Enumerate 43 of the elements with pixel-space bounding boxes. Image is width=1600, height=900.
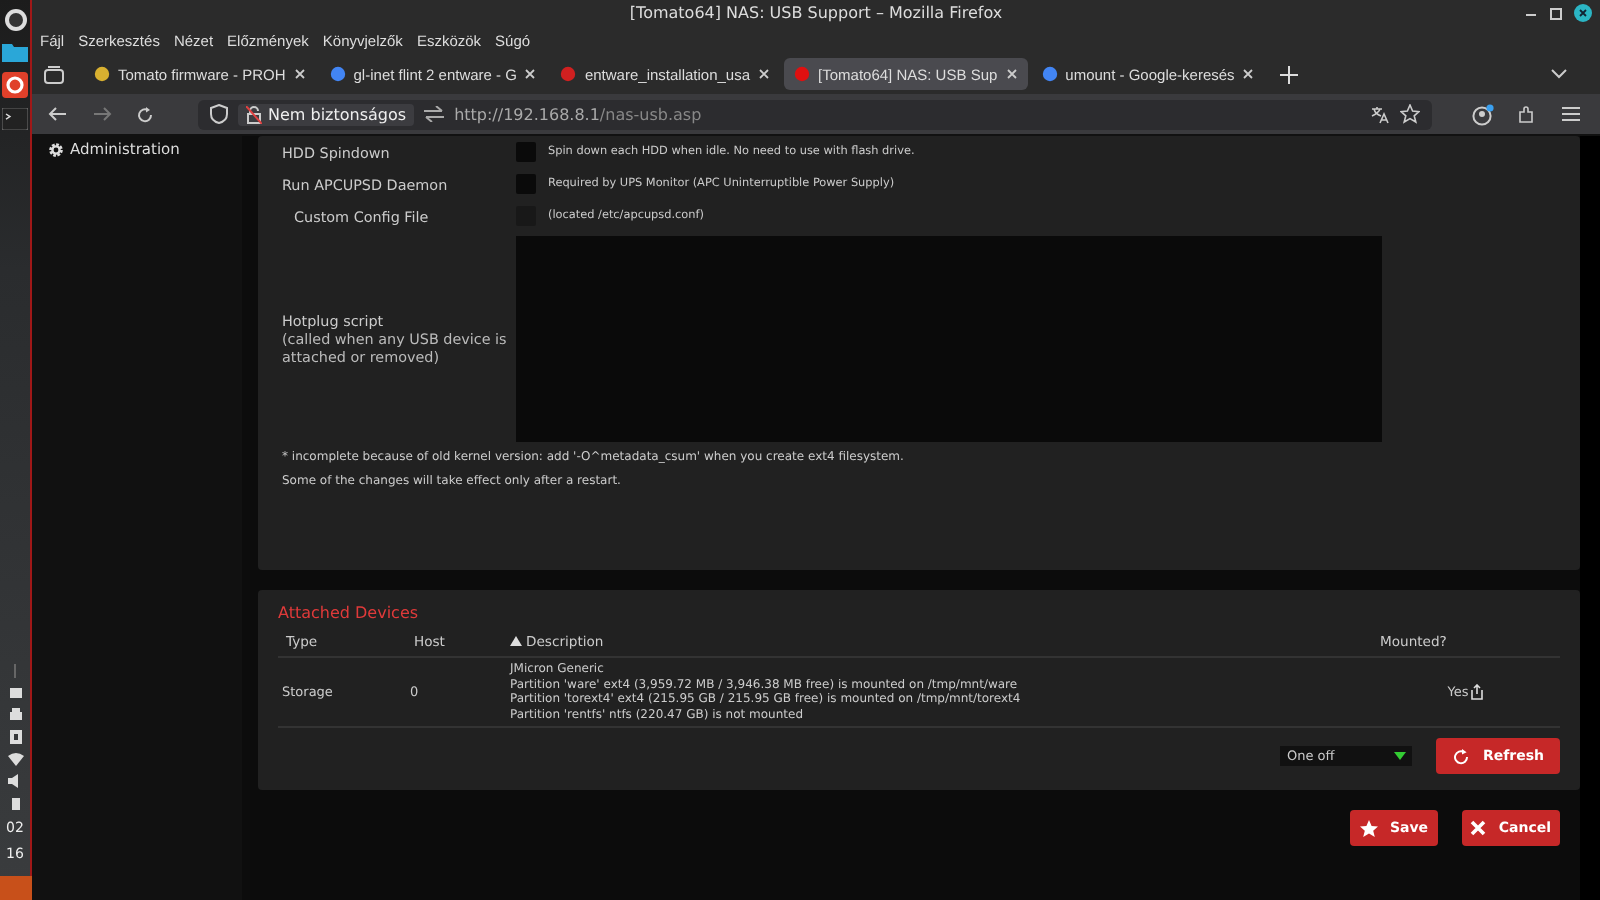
new-tab-icon[interactable] <box>1280 65 1299 83</box>
sort-up-icon <box>510 636 522 646</box>
battery-icon[interactable] <box>7 796 23 810</box>
close-icon[interactable] <box>524 68 537 80</box>
section-title: Attached Devices <box>278 604 421 622</box>
tab-overview-icon[interactable] <box>44 65 64 83</box>
close-icon[interactable] <box>758 68 771 80</box>
star-icon <box>1359 819 1378 838</box>
close-icon[interactable] <box>1005 68 1018 80</box>
refresh-icon <box>1452 747 1471 766</box>
browser-icon[interactable] <box>2 72 28 98</box>
reload-icon[interactable] <box>136 105 154 123</box>
crossed-lock-icon <box>246 105 262 123</box>
dropdown-arrow-icon <box>1394 752 1407 761</box>
folder-icon[interactable] <box>2 42 28 62</box>
terminal-icon[interactable] <box>2 108 28 130</box>
eject-icon[interactable] <box>1470 684 1485 701</box>
printer-icon[interactable] <box>7 708 23 722</box>
back-icon[interactable] <box>48 106 68 122</box>
close-icon <box>1470 820 1487 837</box>
gear-icon <box>48 141 64 157</box>
close-icon[interactable] <box>1574 4 1592 22</box>
maximize-icon[interactable] <box>1550 7 1562 19</box>
volume-icon[interactable] <box>7 774 23 788</box>
shield-icon <box>210 104 228 124</box>
account-icon[interactable] <box>1472 103 1494 125</box>
translate-icon[interactable] <box>1370 105 1390 123</box>
url-text: http://192.168.8.1/nas-usb.asp <box>454 105 702 123</box>
window-title: [Tomato64] NAS: USB Support – Mozilla Firefox <box>629 4 1003 22</box>
menu-logo-icon[interactable] <box>3 8 27 32</box>
close-icon[interactable] <box>1242 68 1255 80</box>
chevron-down-icon[interactable] <box>1550 68 1568 80</box>
address-bar[interactable]: Nem biztonságos http://192.168.8.1/nas-usb.asp <box>198 99 1432 129</box>
menu-icon[interactable] <box>1562 106 1580 122</box>
forward-icon[interactable] <box>92 106 112 122</box>
star-icon[interactable] <box>1400 104 1420 124</box>
taskbar-strip <box>0 876 31 900</box>
wifi-icon[interactable] <box>7 752 23 766</box>
security-badge[interactable]: Nem biztonságos <box>238 103 415 125</box>
scrollbar-track[interactable] <box>1580 136 1600 900</box>
extensions-icon[interactable] <box>1518 104 1538 124</box>
close-icon[interactable] <box>293 68 306 80</box>
swap-icon <box>424 106 445 122</box>
